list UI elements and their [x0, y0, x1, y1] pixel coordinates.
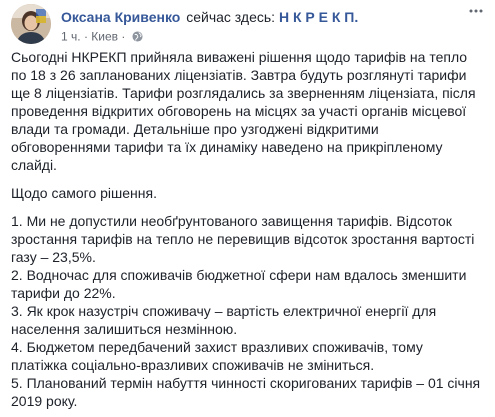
facebook-post: Оксана Кривенко сейчас здесь: Н К Р Е К … — [0, 0, 495, 417]
author-line: Оксана Кривенко сейчас здесь: Н К Р Е К … — [61, 9, 358, 26]
more-options-icon[interactable] — [469, 7, 483, 19]
post-timestamp[interactable]: 1 ч. — [61, 29, 81, 43]
globe-icon[interactable] — [132, 31, 143, 42]
author-avatar[interactable] — [11, 4, 51, 44]
decision-point-2: 2. Водночас для споживачів бюджетної сфе… — [11, 267, 467, 301]
post-place[interactable]: Киев — [91, 29, 118, 43]
meta-separator: · — [83, 29, 88, 44]
post-meta: 1 ч. · Киев · — [61, 29, 143, 44]
decision-point-4: 4. Бюджетом передбачений захист вразливи… — [11, 339, 423, 373]
post-body: Сьогодні НКРЕКП прийняла виважені рішенн… — [11, 48, 481, 410]
post-intro: Сьогодні НКРЕКП прийняла виважені рішенн… — [11, 49, 476, 173]
decision-point-1: 1. Ми не допустили необґрунтованого зави… — [11, 213, 475, 265]
decision-heading: Щодо самого рішення. — [11, 185, 157, 201]
decision-point-3: 3. Як крок назустріч споживачу – вартіст… — [11, 303, 437, 337]
author-status: сейчас здесь: — [186, 9, 276, 25]
author-name-link[interactable]: Оксана Кривенко — [61, 9, 180, 25]
decision-point-5: 5. Планований термін набуття чинності ск… — [11, 375, 481, 409]
meta-separator: · — [121, 29, 126, 44]
location-link[interactable]: Н К Р Е К П. — [279, 9, 358, 25]
